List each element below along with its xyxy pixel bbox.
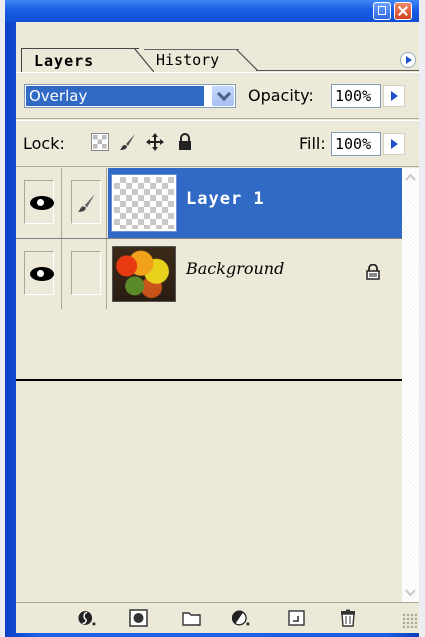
tab-layers-edge — [134, 48, 154, 72]
link-cell[interactable] — [63, 168, 107, 238]
layer-name-area[interactable]: Background — [108, 239, 402, 309]
visibility-cell[interactable] — [16, 239, 62, 309]
layer-row[interactable]: Background — [16, 239, 402, 381]
layer-thumbnail — [111, 174, 177, 232]
new-group-folder-icon[interactable] — [182, 609, 202, 627]
tab-row: Layers History — [16, 22, 419, 72]
lock-transparency-icon[interactable] — [91, 133, 109, 151]
fill-input[interactable]: 100% — [331, 132, 381, 156]
tab-layers[interactable]: Layers — [21, 48, 139, 72]
add-mask-icon[interactable] — [129, 609, 149, 627]
palette-titlebar[interactable] — [5, 0, 419, 22]
brush-icon — [78, 194, 95, 212]
lock-image-brush-icon[interactable] — [119, 133, 137, 151]
layer-name[interactable]: Background — [186, 259, 284, 278]
tab-history-edge — [236, 49, 258, 71]
layer-name[interactable]: Layer 1 — [186, 189, 265, 209]
link-cell[interactable] — [63, 239, 107, 309]
delete-layer-trash-icon[interactable] — [338, 609, 358, 627]
background-thumbnail — [112, 246, 176, 302]
fill-label: Fill: — [299, 134, 326, 153]
chevron-down-icon[interactable] — [212, 86, 234, 106]
blend-opacity-row: Overlay Opacity: 100% — [16, 72, 419, 119]
lock-icon — [366, 264, 380, 280]
opacity-label: Opacity: — [248, 86, 314, 105]
fill-slider-arrow-icon[interactable] — [383, 133, 405, 155]
layers-palette-window: Layers History Overlay Opacity: 100% Loc… — [5, 0, 419, 637]
blend-mode-select[interactable]: Overlay — [24, 84, 236, 108]
tab-baseline — [256, 70, 419, 71]
opacity-input[interactable]: 100% — [331, 84, 381, 108]
minimize-button[interactable] — [373, 2, 391, 20]
layers-scrollbar[interactable] — [402, 168, 419, 602]
add-layer-style-icon[interactable] — [78, 609, 98, 627]
lock-label: Lock: — [23, 134, 65, 153]
new-layer-icon[interactable] — [287, 609, 307, 627]
layers-list: Layer 1 Background — [16, 168, 402, 602]
blend-mode-value[interactable]: Overlay — [26, 86, 204, 106]
close-button[interactable] — [394, 2, 412, 20]
scroll-up-arrow-icon[interactable] — [402, 170, 419, 186]
resize-grip-icon[interactable] — [402, 613, 417, 628]
layer-row[interactable]: Layer 1 — [16, 168, 402, 239]
eye-icon[interactable] — [30, 267, 54, 281]
divider — [16, 166, 419, 167]
scroll-down-arrow-icon[interactable] — [402, 584, 419, 600]
lock-all-padlock-icon[interactable] — [176, 133, 194, 151]
layer-name-area[interactable]: Layer 1 — [108, 168, 402, 238]
lock-fill-row: Lock: Fill: 100% — [16, 120, 419, 167]
palette-menu-arrow-icon[interactable] — [400, 52, 416, 68]
new-adjustment-layer-icon[interactable] — [232, 609, 252, 627]
lock-position-move-icon[interactable] — [146, 133, 164, 151]
eye-icon[interactable] — [30, 196, 54, 210]
divider — [16, 118, 419, 119]
opacity-slider-arrow-icon[interactable] — [383, 85, 405, 107]
tab-history[interactable]: History — [144, 49, 239, 70]
divider — [16, 379, 402, 381]
palette-panel: Layers History Overlay Opacity: 100% Loc… — [16, 22, 419, 633]
layers-bottom-toolbar — [16, 602, 419, 633]
visibility-cell[interactable] — [16, 168, 62, 238]
